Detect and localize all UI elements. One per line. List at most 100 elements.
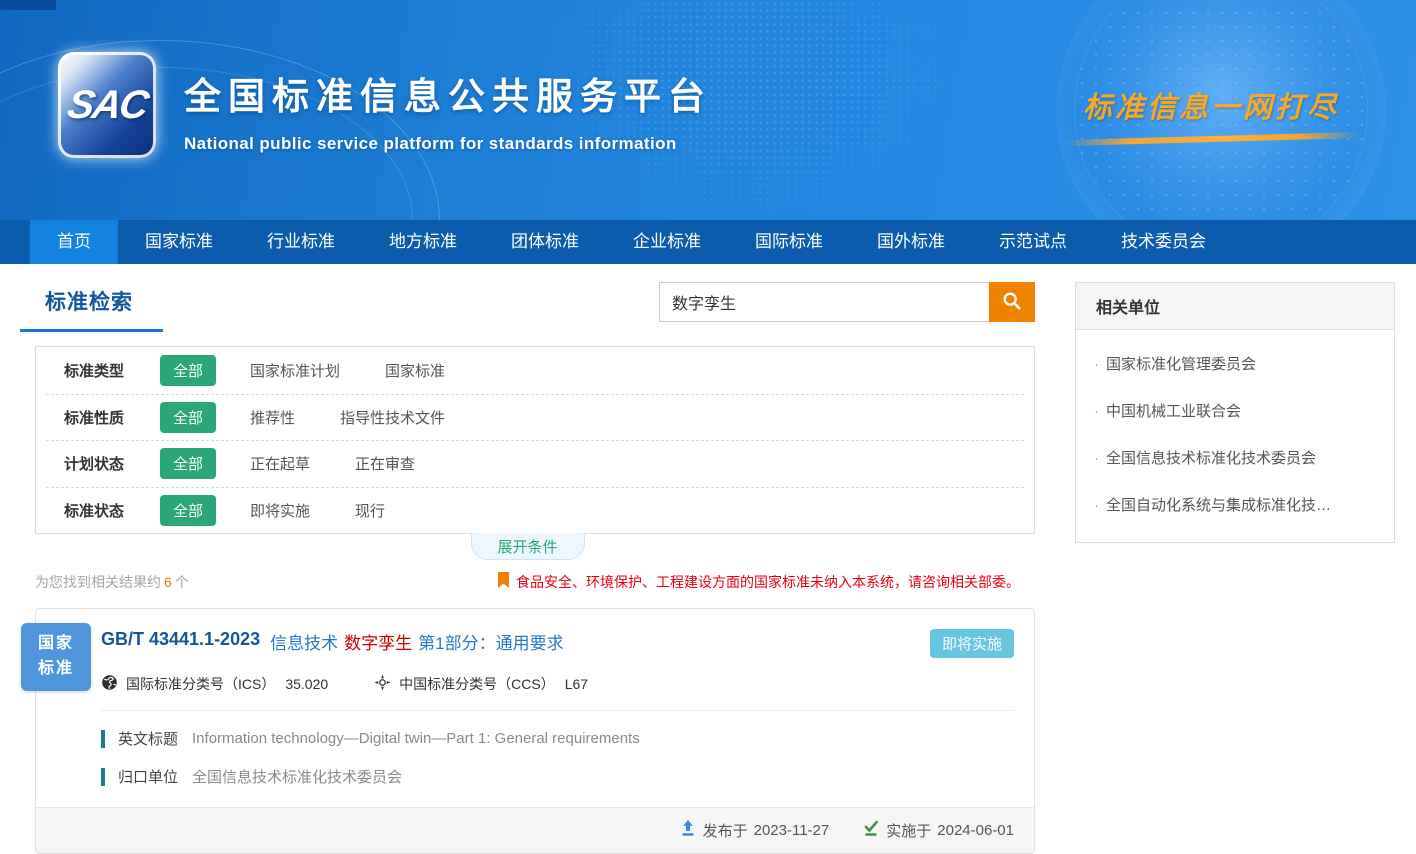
filter-option[interactable]: 正在起草 [250, 453, 310, 474]
filter-all-button[interactable]: 全部 [160, 355, 216, 386]
filter-label: 标准状态 [64, 500, 160, 521]
result-card: 国家 标准 GB/T 43441.1-2023 信息技术 数字孪生 第1部分：通… [35, 608, 1035, 854]
nav-item-technical-committee[interactable]: 技术委员会 [1094, 220, 1233, 264]
publish-icon [680, 820, 703, 841]
card-divider [101, 710, 1014, 711]
bullet: · [1094, 403, 1099, 420]
related-unit-link[interactable]: ·全国信息技术标准化技术委员会 [1094, 434, 1376, 481]
nav-item-foreign-standards[interactable]: 国外标准 [850, 220, 972, 264]
brand-block: SAC 全国标准信息公共服务平台 National public service… [58, 52, 712, 158]
related-unit-link[interactable]: · 国家标准化管理委员会 [1094, 340, 1376, 387]
tab-standard-search[interactable]: 标准检索 [20, 282, 163, 332]
filter-row-standard-status: 标准状态 全部 即将实施 现行 [46, 487, 1024, 534]
related-unit-link[interactable]: · 全国自动化系统与集成标准化技… [1094, 481, 1376, 528]
filter-option[interactable]: 指导性技术文件 [340, 407, 445, 428]
badge-line1: 国家 [38, 632, 74, 657]
search-button[interactable] [989, 282, 1035, 322]
published-date: 2023-11-27 [754, 822, 830, 839]
related-units-list: ·国家标准化管理委员会 ·中国机械工业联合会 ·全国信息技术标准化技术委员会 ·… [1076, 330, 1394, 542]
header-corner-strip [0, 0, 56, 10]
filter-option[interactable]: 现行 [355, 500, 385, 521]
nav-item-group-standards[interactable]: 团体标准 [484, 220, 606, 264]
implemented-date-item: 实施于 2024-06-01 [863, 820, 1014, 841]
expand-conditions-button[interactable]: 展开条件 [471, 533, 585, 560]
filter-option[interactable]: 正在审查 [355, 453, 415, 474]
filter-option[interactable]: 国家标准 [385, 360, 445, 381]
filter-all-button[interactable]: 全部 [160, 402, 216, 433]
status-badge[interactable]: 即将实施 [930, 629, 1014, 658]
sidebar: 相关单位 ·国家标准化管理委员会 ·中国机械工业联合会 ·全国信息技术标准化技术… [1075, 282, 1395, 854]
department-row: 归口单位 全国信息技术标准化技术委员会 [101, 766, 1014, 787]
notice-text: 食品安全、环境保护、工程建设方面的国家标准未纳入本系统，请咨询相关部委。 [516, 572, 1020, 592]
nav-item-national-standards[interactable]: 国家标准 [118, 220, 240, 264]
filter-label: 标准类型 [64, 360, 160, 381]
main-content: 标准检索 标准类型 全部 国家标准计划 [0, 264, 1416, 854]
search-group [659, 282, 1035, 322]
filter-option[interactable]: 国家标准计划 [250, 360, 340, 381]
main-nav: 首页 国家标准 行业标准 地方标准 团体标准 企业标准 国际标准 国外标准 示范… [0, 220, 1416, 264]
bullet: · [1094, 356, 1099, 373]
english-title-row: 英文标题 Information technology—Digital twin… [101, 728, 1014, 749]
badge-line2: 标准 [38, 657, 74, 682]
card-footer: 发布于 2023-11-27 实施于 2024-06-01 [36, 807, 1034, 853]
filter-row-standard-nature: 标准性质 全部 推荐性 指导性技术文件 [46, 394, 1024, 441]
related-unit-link[interactable]: · 中国机械工业联合会 [1094, 387, 1376, 434]
search-input[interactable] [659, 282, 989, 322]
ics-value: 35.020 [285, 676, 328, 692]
filter-row-plan-status: 计划状态 全部 正在起草 正在审查 [46, 440, 1024, 487]
ics-meta: 国际标准分类号（ICS） 35.020 [101, 674, 328, 694]
slogan-block: 标准信息一网打尽 [1061, 84, 1361, 142]
related-unit-label: 全国信息技术标准化技术委员会 [1106, 450, 1316, 467]
site-subtitle: National public service platform for sta… [184, 134, 712, 154]
standard-code-link[interactable]: GB/T 43441.1-2023 [101, 629, 260, 650]
nav-item-local-standards[interactable]: 地方标准 [362, 220, 484, 264]
filter-all-button[interactable]: 全部 [160, 495, 216, 526]
related-unit-label: 国家标准化管理委员会 [1106, 356, 1256, 373]
filter-row-standard-type: 标准类型 全部 国家标准计划 国家标准 [46, 347, 1024, 394]
standard-title-highlight[interactable]: 数字孪生 [344, 629, 412, 654]
result-count-number: 6 [164, 574, 172, 590]
nav-item-international-standards[interactable]: 国际标准 [728, 220, 850, 264]
nav-item-home[interactable]: 首页 [30, 220, 118, 264]
bullet: · [1094, 497, 1099, 514]
sac-logo: SAC [58, 52, 156, 158]
compass-icon [374, 674, 399, 694]
result-count: 为您找到相关结果约6个 [35, 572, 189, 592]
department-value: 全国信息技术标准化技术委员会 [192, 766, 402, 787]
implemented-date: 2024-06-01 [937, 822, 1014, 839]
sac-logo-text: SAC [64, 83, 150, 128]
national-standard-badge[interactable]: 国家 标准 [21, 623, 91, 691]
filter-label: 计划状态 [64, 453, 160, 474]
related-units-box: 相关单位 ·国家标准化管理委员会 ·中国机械工业联合会 ·全国信息技术标准化技术… [1075, 282, 1395, 543]
filter-all-button[interactable]: 全部 [160, 448, 216, 479]
published-label: 发布于 [703, 820, 748, 841]
standard-title-pre[interactable]: 信息技术 [270, 629, 338, 654]
page-header: SAC 全国标准信息公共服务平台 National public service… [0, 0, 1416, 220]
filter-option[interactable]: 推荐性 [250, 407, 295, 428]
result-info-row: 为您找到相关结果约6个 食品安全、环境保护、工程建设方面的国家标准未纳入本系统，… [35, 572, 1020, 592]
globe-icon [101, 674, 126, 694]
teal-marker [101, 768, 105, 786]
ccs-label: 中国标准分类号（CCS） [399, 674, 555, 694]
card-meta-row: 国际标准分类号（ICS） 35.020 [101, 674, 1014, 694]
published-date-item: 发布于 2023-11-27 [680, 820, 830, 841]
notice: 食品安全、环境保护、工程建设方面的国家标准未纳入本系统，请咨询相关部委。 [497, 572, 1020, 592]
teal-marker [101, 730, 105, 748]
search-icon [1001, 290, 1023, 315]
check-icon [863, 820, 886, 841]
ics-label: 国际标准分类号（ICS） [126, 674, 275, 694]
related-unit-label: 全国自动化系统与集成标准化技… [1106, 497, 1331, 514]
nav-item-enterprise-standards[interactable]: 企业标准 [606, 220, 728, 264]
nav-item-industry-standards[interactable]: 行业标准 [240, 220, 362, 264]
nav-item-pilot[interactable]: 示范试点 [972, 220, 1094, 264]
filter-label: 标准性质 [64, 407, 160, 428]
section-title: 标准检索 [45, 291, 133, 314]
related-units-title: 相关单位 [1076, 283, 1394, 330]
bookmark-icon [497, 572, 516, 592]
brand-text: 全国标准信息公共服务平台 National public service pla… [184, 52, 712, 154]
result-count-suffix: 个 [175, 574, 189, 590]
related-unit-label: 中国机械工业联合会 [1106, 403, 1241, 420]
standard-title-post[interactable]: 第1部分：通用要求 [418, 629, 563, 654]
slogan-text: 标准信息一网打尽 [1061, 84, 1361, 126]
filter-option[interactable]: 即将实施 [250, 500, 310, 521]
